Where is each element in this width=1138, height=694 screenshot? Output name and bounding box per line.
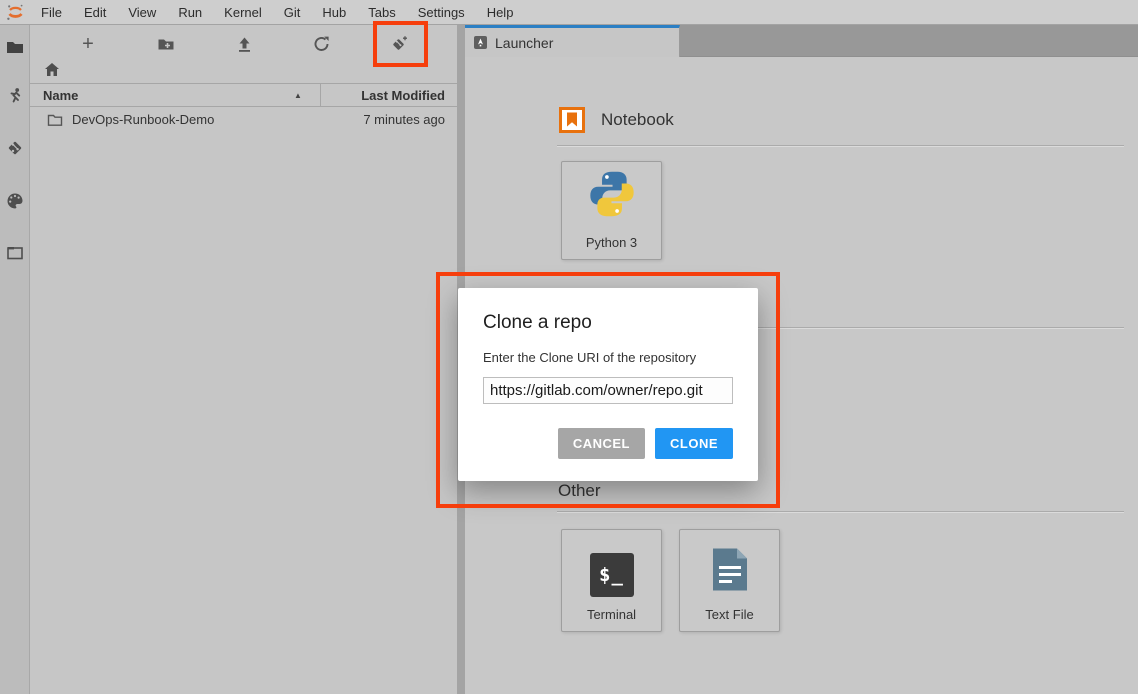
launcher-card-terminal[interactable]: $_ Terminal: [561, 529, 662, 632]
open-tabs-icon[interactable]: [6, 244, 24, 262]
menu-run[interactable]: Run: [167, 5, 213, 20]
file-list-header: Name ▲ Last Modified: [30, 83, 457, 107]
refresh-icon: [313, 35, 331, 53]
clone-uri-input[interactable]: [483, 377, 733, 404]
clone-button[interactable]: CLONE: [655, 428, 733, 459]
menu-hub[interactable]: Hub: [311, 5, 357, 20]
tab-bar: Launcher: [465, 25, 1138, 57]
tab-launcher[interactable]: Launcher: [465, 25, 680, 57]
tab-launcher-label: Launcher: [495, 35, 553, 51]
column-last-modified[interactable]: Last Modified: [361, 88, 445, 103]
card-label-python3: Python 3: [586, 235, 637, 250]
menu-file[interactable]: File: [30, 5, 73, 20]
launcher-card-python3[interactable]: Python 3: [561, 161, 662, 260]
sort-ascending-icon: ▲: [294, 91, 302, 100]
file-row[interactable]: DevOps-Runbook-Demo 7 minutes ago: [30, 107, 457, 133]
dialog-title: Clone a repo: [483, 312, 592, 334]
refresh-button[interactable]: [310, 32, 334, 56]
git-clone-button[interactable]: [387, 32, 411, 56]
new-folder-button[interactable]: [154, 32, 178, 56]
cancel-button[interactable]: CANCEL: [558, 428, 645, 459]
new-folder-icon: [157, 35, 175, 53]
column-name[interactable]: Name: [43, 88, 78, 103]
dialog-message: Enter the Clone URI of the repository: [483, 350, 696, 365]
jupyter-logo-icon: [0, 3, 30, 22]
menu-tabs[interactable]: Tabs: [357, 5, 406, 20]
file-modified: 7 minutes ago: [363, 112, 445, 127]
python-logo-icon: [586, 168, 638, 225]
terminal-icon: $_: [590, 553, 634, 597]
folder-icon: [47, 112, 63, 130]
section-heading-other: Other: [558, 481, 601, 501]
launcher-icon: [474, 36, 487, 49]
text-file-icon: [710, 547, 750, 597]
file-name: DevOps-Runbook-Demo: [72, 112, 214, 127]
command-palette-icon[interactable]: [6, 192, 24, 210]
section-heading-notebook: Notebook: [601, 110, 674, 130]
menu-help[interactable]: Help: [476, 5, 525, 20]
file-browser-icon[interactable]: [6, 38, 24, 56]
menu-view[interactable]: View: [117, 5, 167, 20]
file-browser-panel: + Name ▲ La: [30, 25, 457, 694]
plus-icon: +: [82, 34, 94, 54]
git-clone-icon: [389, 34, 409, 54]
dialog-buttons: CANCEL CLONE: [558, 428, 733, 459]
menu-git[interactable]: Git: [273, 5, 312, 20]
launcher-card-text-file[interactable]: Text File: [679, 529, 780, 632]
section-divider: [557, 511, 1124, 512]
notebook-icon: [559, 107, 585, 138]
upload-button[interactable]: [232, 32, 256, 56]
card-label-terminal: Terminal: [587, 607, 636, 622]
section-divider: [557, 145, 1124, 146]
running-sessions-icon[interactable]: [6, 87, 24, 105]
column-divider: [320, 84, 321, 106]
card-label-text-file: Text File: [705, 607, 753, 622]
clone-repo-dialog: Clone a repo Enter the Clone URI of the …: [458, 288, 758, 481]
menu-settings[interactable]: Settings: [407, 5, 476, 20]
activity-bar: [0, 25, 30, 694]
menu-bar: File Edit View Run Kernel Git Hub Tabs S…: [0, 0, 1138, 25]
menu-edit[interactable]: Edit: [73, 5, 117, 20]
breadcrumb-home-icon[interactable]: [44, 62, 60, 82]
new-launcher-button[interactable]: +: [76, 32, 100, 56]
git-icon[interactable]: [6, 139, 24, 157]
menu-kernel[interactable]: Kernel: [213, 5, 273, 20]
upload-icon: [236, 35, 253, 53]
